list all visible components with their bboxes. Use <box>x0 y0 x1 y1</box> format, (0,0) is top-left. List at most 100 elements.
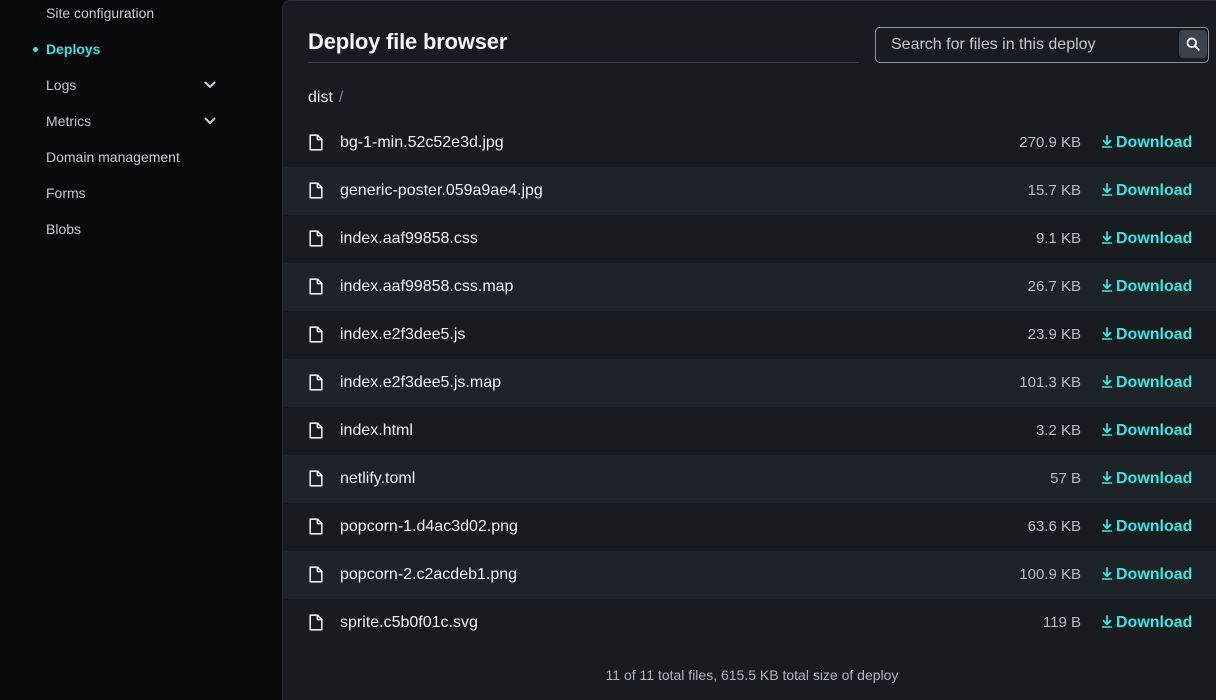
download-label: Download <box>1116 422 1193 439</box>
files-summary: 11 of 11 total files, 615.5 KB total siz… <box>605 667 899 683</box>
app-root: Site configuration Deploys Logs Metrics … <box>0 0 1216 700</box>
file-name: index.html <box>340 422 413 439</box>
download-label: Download <box>1116 518 1193 535</box>
chevron-down-icon[interactable] <box>203 71 217 99</box>
sidebar-item-blobs[interactable]: Blobs <box>46 215 81 243</box>
file-size: 270.9 KB <box>1019 134 1081 151</box>
file-name: index.aaf99858.css <box>340 230 478 247</box>
file-row: popcorn-2.c2acdeb1.png 100.9 KB Download <box>283 551 1216 599</box>
download-label: Download <box>1116 470 1193 487</box>
file-icon <box>309 566 323 583</box>
sidebar-item-metrics[interactable]: Metrics <box>46 107 91 135</box>
file-size: 101.3 KB <box>1019 374 1081 391</box>
file-size: 100.9 KB <box>1019 566 1081 583</box>
file-size: 3.2 KB <box>1035 422 1081 439</box>
active-indicator-dot <box>33 47 38 52</box>
download-label: Download <box>1116 182 1193 199</box>
search-icon <box>1186 37 1200 51</box>
file-icon <box>309 470 323 487</box>
download-icon <box>1101 183 1113 196</box>
file-row: index.aaf99858.css.map 26.7 KB Download <box>283 263 1216 311</box>
file-icon <box>309 182 323 199</box>
download-icon <box>1101 567 1113 580</box>
file-name: popcorn-1.d4ac3d02.png <box>340 518 518 535</box>
sidebar-item-deploys[interactable]: Deploys <box>33 35 101 63</box>
file-row: netlify.toml 57 B Download <box>283 455 1216 503</box>
title-divider <box>308 62 859 63</box>
chevron-down-icon[interactable] <box>203 107 217 135</box>
download-icon <box>1101 423 1113 436</box>
file-size: 15.7 KB <box>1027 182 1081 199</box>
download-icon <box>1101 519 1113 532</box>
file-icon <box>309 374 323 391</box>
file-row: index.e2f3dee5.js.map 101.3 KB Download <box>283 359 1216 407</box>
download-link[interactable]: Download <box>1101 311 1192 359</box>
download-icon <box>1101 279 1113 292</box>
sidebar-item-label: Metrics <box>46 113 92 129</box>
download-label: Download <box>1116 614 1193 631</box>
file-size: 63.6 KB <box>1027 518 1081 535</box>
download-icon <box>1101 375 1113 388</box>
download-link[interactable]: Download <box>1101 119 1192 167</box>
search-button[interactable] <box>1179 30 1207 58</box>
file-row: index.html 3.2 KB Download <box>283 407 1216 455</box>
download-link[interactable]: Download <box>1101 599 1192 647</box>
file-row: sprite.c5b0f01c.svg 119 B Download <box>283 599 1216 647</box>
download-link[interactable]: Download <box>1101 455 1192 503</box>
sidebar-item-site-configuration[interactable]: Site configuration <box>46 0 154 27</box>
breadcrumb-folder[interactable]: dist <box>308 89 333 106</box>
file-size: 9.1 KB <box>1035 230 1081 247</box>
file-name: popcorn-2.c2acdeb1.png <box>340 566 518 583</box>
file-size: 57 B <box>1050 470 1081 487</box>
download-label: Download <box>1116 230 1193 247</box>
file-name: index.e2f3dee5.js <box>340 326 466 343</box>
file-icon <box>309 518 323 535</box>
download-link[interactable]: Download <box>1101 263 1192 311</box>
file-name: bg-1-min.52c52e3d.jpg <box>340 134 504 151</box>
sidebar-item-label: Domain management <box>46 149 180 165</box>
file-size: 23.9 KB <box>1027 326 1081 343</box>
sidebar: Site configuration Deploys Logs Metrics … <box>0 0 282 700</box>
download-link[interactable]: Download <box>1101 215 1192 263</box>
deploy-file-browser-panel: Deploy file browser dist / bg-1-min.52c52… <box>282 0 1216 700</box>
file-icon <box>309 614 323 631</box>
file-row: bg-1-min.52c52e3d.jpg 270.9 KB Download <box>283 119 1216 167</box>
download-link[interactable]: Download <box>1101 167 1192 215</box>
sidebar-item-label: Blobs <box>46 221 82 237</box>
search-box <box>875 27 1209 63</box>
download-label: Download <box>1116 134 1193 151</box>
download-link[interactable]: Download <box>1101 551 1192 599</box>
download-icon <box>1101 231 1113 244</box>
download-label: Download <box>1116 566 1193 583</box>
file-row: index.e2f3dee5.js 23.9 KB Download <box>283 311 1216 359</box>
file-row: index.aaf99858.css 9.1 KB Download <box>283 215 1216 263</box>
file-icon <box>309 230 323 247</box>
file-name: netlify.toml <box>340 470 416 487</box>
sidebar-item-forms[interactable]: Forms <box>46 179 86 207</box>
download-label: Download <box>1116 374 1193 391</box>
download-link[interactable]: Download <box>1101 407 1192 455</box>
download-icon <box>1101 471 1113 484</box>
file-icon <box>309 278 323 295</box>
download-label: Download <box>1116 278 1193 295</box>
file-size: 119 B <box>1042 614 1081 631</box>
search-input[interactable] <box>876 28 1176 62</box>
file-icon <box>309 134 323 151</box>
breadcrumb-separator: / <box>338 89 344 106</box>
file-list: bg-1-min.52c52e3d.jpg 270.9 KB Download gen… <box>283 119 1216 647</box>
sidebar-item-logs[interactable]: Logs <box>46 71 76 99</box>
sidebar-item-label: Forms <box>46 185 86 201</box>
file-icon <box>309 422 323 439</box>
download-icon <box>1101 615 1113 628</box>
sidebar-item-domain-management[interactable]: Domain management <box>46 143 180 171</box>
download-icon <box>1101 135 1113 148</box>
file-name: index.aaf99858.css.map <box>340 278 514 295</box>
file-size: 26.7 KB <box>1027 278 1081 295</box>
download-icon <box>1101 327 1113 340</box>
page-title: Deploy file browser <box>308 29 508 54</box>
sidebar-item-label: Deploys <box>46 41 101 57</box>
download-link[interactable]: Download <box>1101 359 1192 407</box>
download-link[interactable]: Download <box>1101 503 1192 551</box>
file-name: index.e2f3dee5.js.map <box>340 374 501 391</box>
file-icon <box>309 326 323 343</box>
